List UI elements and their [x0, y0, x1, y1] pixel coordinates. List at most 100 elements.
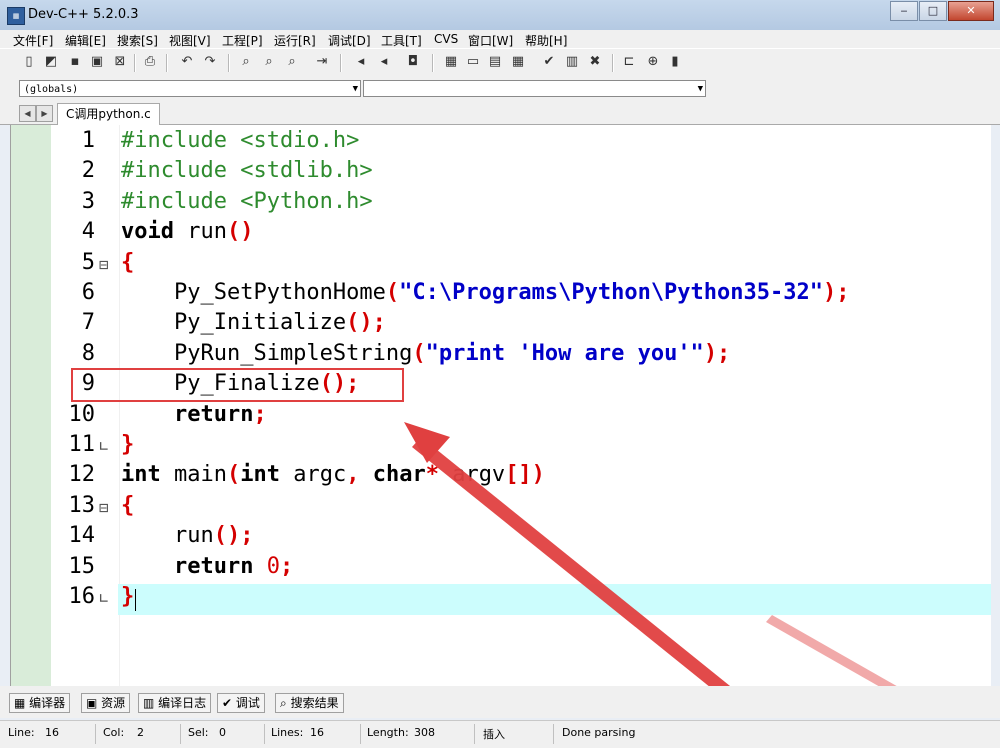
- save-icon[interactable]: ▪: [66, 53, 84, 71]
- code-line[interactable]: void run(): [121, 219, 253, 249]
- devcpp-app-icon[interactable]: ▦: [7, 7, 25, 25]
- rebuild-all-icon[interactable]: ▦: [509, 53, 527, 71]
- status-line-label: Line:: [8, 726, 35, 739]
- code-line[interactable]: }: [121, 584, 134, 614]
- project-options-icon[interactable]: ◘: [404, 53, 422, 71]
- resources-icon: ▣: [86, 696, 98, 710]
- code-token: Py_Initialize: [121, 310, 347, 336]
- insert-icon[interactable]: ⊕: [644, 53, 662, 71]
- close-button[interactable]: ✕: [948, 1, 994, 21]
- code-line[interactable]: run();: [121, 523, 254, 553]
- tab-scroll-right-icon[interactable]: ▶: [36, 105, 53, 122]
- resources-tab[interactable]: ▣ 资源: [81, 693, 131, 713]
- redo-icon[interactable]: ↷: [201, 53, 219, 71]
- code-token: argc: [279, 462, 347, 488]
- minimize-button[interactable]: ‒: [890, 1, 918, 21]
- print-icon[interactable]: ⎙: [141, 53, 159, 71]
- status-separator: [95, 724, 96, 744]
- stop-execution-icon[interactable]: ✖: [586, 53, 604, 71]
- new-project-icon[interactable]: ⊏: [620, 53, 638, 71]
- search-results-icon: ⌕: [280, 696, 287, 710]
- status-bar: Line: 16 Col: 2 Sel: 0 Lines: 16 Length:…: [0, 720, 1000, 748]
- bookmark-icon[interactable]: ▮: [666, 53, 684, 71]
- compiler-icon: ▦: [14, 696, 26, 710]
- code-line[interactable]: }: [121, 432, 134, 462]
- code-token: Py_SetPythonHome: [121, 280, 386, 305]
- save-all-icon[interactable]: ▣: [88, 53, 106, 71]
- code-line[interactable]: int main(int argc, char* argv[]): [121, 462, 545, 492]
- code-token: []): [505, 462, 545, 488]
- menu-project[interactable]: 工程[P]: [222, 32, 263, 49]
- status-message: Done parsing: [562, 726, 636, 739]
- code-token: #include <stdlib.h>: [121, 158, 373, 184]
- code-token: "C:\Programs\Python\Python35-32": [399, 280, 823, 305]
- close-file-icon[interactable]: ⊠: [111, 53, 129, 71]
- code-line[interactable]: Py_SetPythonHome("C:\Programs\Python\Pyt…: [121, 280, 850, 310]
- code-line[interactable]: PyRun_SimpleString("print 'How are you'"…: [121, 341, 730, 371]
- annotation-highlight-box: [71, 368, 404, 402]
- code-line[interactable]: return 0;: [121, 554, 293, 584]
- tab-scroll-left-icon[interactable]: ◀: [19, 105, 36, 122]
- menu-help[interactable]: 帮助[H]: [525, 32, 567, 49]
- menu-bar: 文件[F] 编辑[E] 搜索[S] 视图[V] 工程[P] 运行[R] 调试[D…: [0, 30, 1000, 48]
- code-line[interactable]: #include <stdlib.h>: [121, 158, 373, 188]
- menu-edit[interactable]: 编辑[E]: [65, 32, 106, 49]
- compiler-tab[interactable]: ▦ 编译器: [9, 693, 71, 713]
- window-title: Dev-C++ 5.2.0.3: [28, 7, 139, 22]
- syntax-check-icon[interactable]: ✔: [540, 53, 558, 71]
- debug-tab-label: 调试: [235, 696, 260, 710]
- undo-icon[interactable]: ↶: [178, 53, 196, 71]
- code-editor[interactable]: #include <stdio.h> #include <stdlib.h> #in…: [10, 125, 991, 686]
- code-token: #include <stdio.h>: [121, 128, 360, 153]
- run-icon[interactable]: ▭: [464, 53, 482, 71]
- compile-log-tab[interactable]: ▥ 编译日志: [138, 693, 212, 713]
- menu-view[interactable]: 视图[V]: [169, 32, 211, 49]
- line-number: 8: [81, 340, 95, 366]
- menu-cvs[interactable]: CVS: [434, 32, 458, 46]
- code-line[interactable]: Py_Initialize();: [121, 310, 386, 340]
- new-file-icon[interactable]: ▯: [20, 53, 38, 71]
- code-token: }: [121, 584, 135, 609]
- toolbar-separator: [166, 54, 168, 72]
- text-caret: [135, 589, 136, 611]
- fold-collapse-icon[interactable]: ⊟: [99, 255, 109, 274]
- code-line[interactable]: #include <Python.h>: [121, 189, 373, 219]
- goto-line-icon[interactable]: ⇥: [313, 53, 331, 71]
- member-dropdown[interactable]: ▼: [363, 80, 706, 97]
- menu-search[interactable]: 搜索[S]: [117, 32, 158, 49]
- add-to-project-icon[interactable]: ◂: [352, 53, 370, 71]
- code-line[interactable]: {: [121, 250, 134, 280]
- menu-file[interactable]: 文件[F]: [13, 32, 53, 49]
- compile-run-icon[interactable]: ▤: [486, 53, 504, 71]
- open-file-icon[interactable]: ◩: [42, 53, 60, 71]
- menu-run[interactable]: 运行[R]: [274, 32, 316, 49]
- code-line[interactable]: return;: [121, 402, 267, 432]
- menu-tools[interactable]: 工具[T]: [381, 32, 422, 49]
- toolbar-separator: [612, 54, 614, 72]
- menu-debug[interactable]: 调试[D]: [328, 32, 371, 49]
- search-results-tab[interactable]: ⌕ 搜索结果: [275, 693, 344, 713]
- profile-chart-icon[interactable]: ▥: [563, 53, 581, 71]
- code-line[interactable]: #include <stdio.h>: [121, 128, 359, 158]
- find-icon[interactable]: ⌕: [237, 53, 255, 71]
- code-token: (: [226, 462, 241, 488]
- debug-tab[interactable]: ✔ 调试: [217, 693, 265, 713]
- compile-icon[interactable]: ▦: [442, 53, 460, 71]
- menu-window[interactable]: 窗口[W]: [468, 32, 513, 49]
- replace-icon[interactable]: ⌕: [260, 53, 278, 71]
- maximize-button[interactable]: □: [919, 1, 947, 21]
- code-token: "print 'How are you'": [425, 340, 704, 366]
- code-line[interactable]: {: [121, 493, 134, 523]
- code-token: (: [385, 280, 400, 305]
- find-next-icon[interactable]: ⌕: [283, 53, 301, 71]
- remove-from-project-icon[interactable]: ◂: [375, 53, 393, 71]
- window-controls: ‒ □ ✕: [889, 1, 994, 21]
- code-token: argv: [438, 462, 506, 488]
- tab-source-file[interactable]: C调用python.c: [57, 103, 160, 125]
- line-number: 2: [81, 158, 95, 184]
- fold-collapse-icon[interactable]: ⊟: [99, 498, 109, 517]
- scope-dropdown[interactable]: (globals) ▼: [19, 80, 361, 97]
- code-token: run: [173, 219, 227, 245]
- bottom-panel-tabs: ▦ 编译器 ▣ 资源 ▥ 编译日志 ✔ 调试 ⌕ 搜索结果: [0, 686, 1000, 718]
